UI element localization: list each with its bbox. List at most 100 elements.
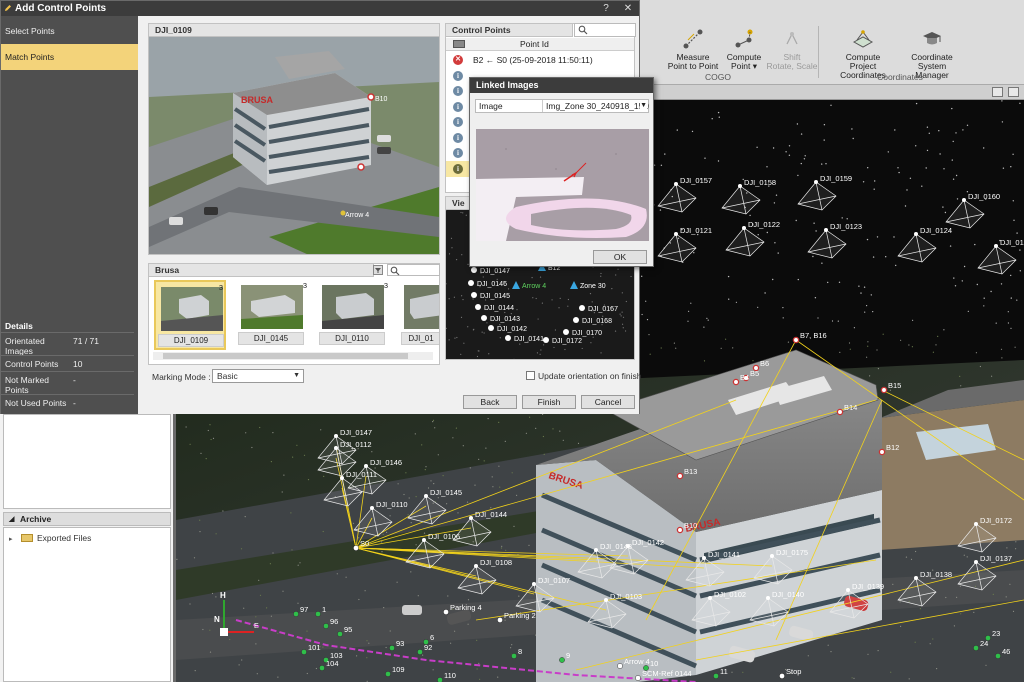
linked-image-select[interactable]: Img_Zone 30_240918_151007 ▼ [542, 100, 649, 112]
control-points-search-input[interactable] [574, 23, 636, 37]
control-point-marker [792, 336, 800, 344]
thumbnail[interactable]: 3 DJI_0110 [317, 280, 389, 350]
cloud-point [259, 426, 261, 429]
info-icon: i [453, 117, 463, 127]
cloud-point [425, 466, 427, 468]
step-match-points[interactable]: Match Points [1, 44, 146, 70]
view-toolbar [640, 85, 1024, 100]
back-button[interactable]: Back [463, 395, 517, 409]
cloud-point [872, 311, 874, 313]
control-points-title: Control Points [445, 23, 573, 37]
cloud-point [882, 333, 884, 335]
view-marker [488, 325, 494, 331]
camera-center [974, 522, 978, 526]
control-point-label: 11 [720, 667, 728, 676]
cloud-point [433, 483, 435, 485]
cloud-point [456, 336, 458, 339]
cancel-button[interactable]: Cancel [581, 395, 635, 409]
cloud-point [963, 554, 965, 556]
cloud-point [862, 181, 865, 183]
archive-header[interactable]: ◢ Archive [3, 512, 171, 526]
marking-mode-select[interactable]: Basic ▼ [212, 369, 304, 383]
cloud-point [516, 494, 518, 496]
dialog-titlebar[interactable]: Add Control Points ? ✕ [1, 1, 639, 16]
cloud-point [1001, 121, 1004, 123]
point-id-column[interactable]: Point Id [520, 38, 549, 50]
maximize-view-button[interactable] [1008, 87, 1019, 97]
gallery-search-input[interactable] [387, 264, 440, 276]
cloud-point [673, 342, 675, 344]
cloud-point [983, 297, 985, 299]
archive-item-exported-files[interactable]: ▸ Exported Files [9, 533, 91, 543]
linked-images-popup: Linked Images Image Img_Zone 30_240918_1… [469, 77, 654, 267]
control-point-label: B7, B16 [800, 331, 827, 340]
linked-image-preview[interactable] [476, 129, 649, 241]
step-select-points[interactable]: Select Points [1, 18, 138, 44]
info-icon: i [453, 132, 463, 143]
control-point-label: 23 [992, 629, 1000, 638]
compute-point-button[interactable]: Compute Point ▾ [724, 24, 764, 71]
control-point-label: 95 [344, 625, 352, 634]
cloud-point [491, 476, 493, 478]
cloud-point [1000, 348, 1003, 350]
gallery-scrollbar[interactable] [153, 352, 433, 360]
camera-center [742, 226, 746, 230]
cloud-point [872, 256, 875, 258]
thumbnail[interactable]: 3 DJI_0109 [154, 280, 226, 350]
cloud-point [898, 171, 900, 174]
cloud-point [953, 277, 955, 279]
cloud-point [691, 130, 694, 133]
thumbnail[interactable]: DJI_01 [399, 280, 439, 350]
cloud-point [457, 512, 459, 514]
cloud-point [559, 297, 561, 299]
cloud-point [320, 429, 322, 431]
cloud-point [591, 301, 593, 303]
scrollbar-thumb[interactable] [163, 353, 408, 359]
measure-point-to-point-button[interactable]: Measure Point to Point [664, 24, 722, 71]
close-icon[interactable]: ✕ [621, 1, 635, 16]
collapse-triangle-icon[interactable]: ◢ [9, 514, 14, 526]
cloud-point [256, 673, 258, 675]
view-label: DJI_0170 [572, 330, 602, 337]
cloud-point [942, 206, 944, 208]
cloud-point [1001, 357, 1003, 359]
cloud-point [454, 337, 456, 339]
restore-view-button[interactable] [992, 87, 1003, 97]
view-label: DJI_0167 [588, 306, 618, 313]
control-point-marker [973, 645, 979, 651]
cloud-point [877, 368, 880, 370]
thumbnail[interactable]: 3 DJI_0145 [236, 280, 308, 350]
cloud-point [967, 310, 969, 312]
update-orientation-checkbox[interactable] [526, 371, 535, 380]
update-orientation-row[interactable]: Update orientation on finish [526, 371, 642, 381]
cloud-point [423, 532, 426, 534]
aerial-photo[interactable]: BRUSA B10 Arrow 4 [149, 37, 439, 255]
camera-label: DJI_0102 [714, 590, 746, 599]
control-point-row[interactable]: ✕ B2 ← S0 (25-09-2018 11:50:11) [446, 52, 634, 68]
linked-images-ok-button[interactable]: OK [593, 250, 647, 264]
help-icon[interactable]: ? [599, 1, 613, 16]
camera-frustum [797, 181, 837, 211]
cloud-point [908, 678, 910, 680]
camera-label: DJI_0175 [776, 548, 808, 557]
ribbon: Measure Point to Point Compute Point ▾ S… [640, 0, 1024, 85]
cloud-point [590, 342, 592, 344]
cloud-point [966, 124, 969, 126]
cloud-point [407, 514, 409, 516]
cloud-point [543, 344, 545, 346]
finish-button[interactable]: Finish [522, 395, 576, 409]
control-point-label: 6 [430, 633, 434, 642]
shift-rotate-scale-button[interactable]: Shift Rotate, Scale [766, 24, 818, 71]
graduation-cap-icon [923, 32, 941, 45]
cloud-point [476, 668, 478, 670]
expand-triangle-icon[interactable]: ▸ [9, 535, 19, 543]
filter-icon[interactable] [373, 265, 383, 275]
cloud-point [925, 167, 927, 169]
cloud-point [383, 607, 385, 609]
measure-icon [683, 29, 703, 49]
cloud-point [446, 283, 447, 285]
cloud-point [462, 445, 464, 447]
cloud-point [297, 564, 299, 566]
image-viewer-title: DJI_0109 [149, 24, 439, 37]
camera-center [532, 582, 536, 586]
